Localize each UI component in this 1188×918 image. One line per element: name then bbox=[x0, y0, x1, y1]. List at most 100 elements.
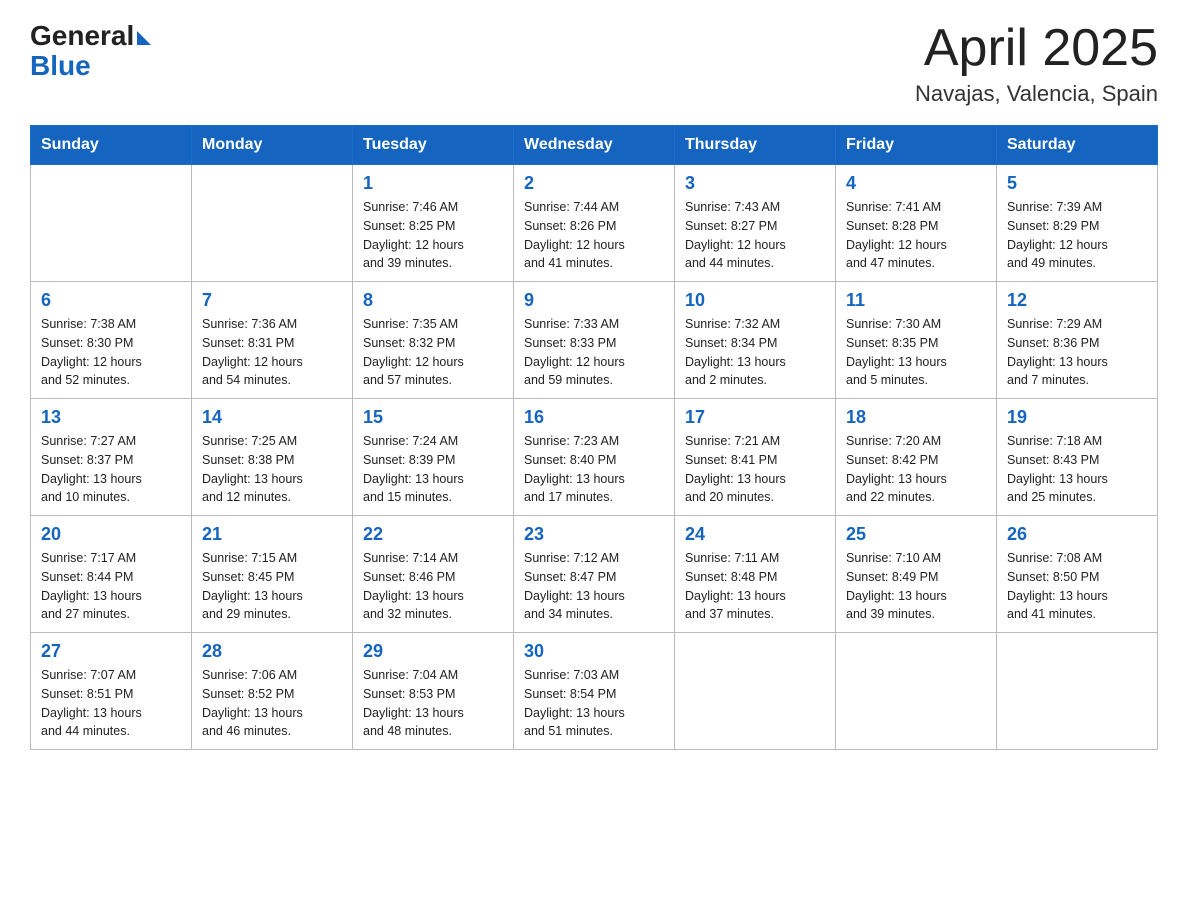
day-number: 18 bbox=[846, 407, 986, 428]
day-number: 14 bbox=[202, 407, 342, 428]
day-info: Sunrise: 7:14 AM Sunset: 8:46 PM Dayligh… bbox=[363, 549, 503, 624]
day-number: 29 bbox=[363, 641, 503, 662]
day-info: Sunrise: 7:39 AM Sunset: 8:29 PM Dayligh… bbox=[1007, 198, 1147, 273]
calendar-week-5: 27 Sunrise: 7:07 AM Sunset: 8:51 PM Dayli… bbox=[31, 633, 1158, 750]
day-info: Sunrise: 7:44 AM Sunset: 8:26 PM Dayligh… bbox=[524, 198, 664, 273]
calendar-cell: 28 Sunrise: 7:06 AM Sunset: 8:52 PM Dayli… bbox=[192, 633, 353, 750]
day-number: 13 bbox=[41, 407, 181, 428]
calendar-week-1: 1 Sunrise: 7:46 AM Sunset: 8:25 PM Daylig… bbox=[31, 165, 1158, 282]
calendar-cell bbox=[192, 165, 353, 282]
logo: General Blue bbox=[30, 20, 151, 82]
day-number: 12 bbox=[1007, 290, 1147, 311]
day-info: Sunrise: 7:15 AM Sunset: 8:45 PM Dayligh… bbox=[202, 549, 342, 624]
day-number: 30 bbox=[524, 641, 664, 662]
day-info: Sunrise: 7:08 AM Sunset: 8:50 PM Dayligh… bbox=[1007, 549, 1147, 624]
day-info: Sunrise: 7:25 AM Sunset: 8:38 PM Dayligh… bbox=[202, 432, 342, 507]
calendar-cell: 18Sunrise: 7:20 AM Sunset: 8:42 PM Dayli… bbox=[836, 399, 997, 516]
day-number: 21 bbox=[202, 524, 342, 545]
calendar-subtitle: Navajas, Valencia, Spain bbox=[915, 81, 1158, 107]
day-info: Sunrise: 7:41 AM Sunset: 8:28 PM Dayligh… bbox=[846, 198, 986, 273]
logo-general: General bbox=[30, 20, 134, 52]
logo-text: General bbox=[30, 20, 151, 52]
day-info: Sunrise: 7:04 AM Sunset: 8:53 PM Dayligh… bbox=[363, 666, 503, 741]
calendar-cell: 8 Sunrise: 7:35 AM Sunset: 8:32 PM Daylig… bbox=[353, 282, 514, 399]
day-info: Sunrise: 7:30 AM Sunset: 8:35 PM Dayligh… bbox=[846, 315, 986, 390]
calendar-cell: 4 Sunrise: 7:41 AM Sunset: 8:28 PM Daylig… bbox=[836, 165, 997, 282]
calendar-week-2: 6 Sunrise: 7:38 AM Sunset: 8:30 PM Daylig… bbox=[31, 282, 1158, 399]
calendar-cell: 30Sunrise: 7:03 AM Sunset: 8:54 PM Dayli… bbox=[514, 633, 675, 750]
day-info: Sunrise: 7:21 AM Sunset: 8:41 PM Dayligh… bbox=[685, 432, 825, 507]
calendar-week-4: 20Sunrise: 7:17 AM Sunset: 8:44 PM Dayli… bbox=[31, 516, 1158, 633]
logo-arrow-icon bbox=[137, 31, 151, 45]
day-info: Sunrise: 7:33 AM Sunset: 8:33 PM Dayligh… bbox=[524, 315, 664, 390]
weekday-header-friday: Friday bbox=[836, 126, 997, 165]
calendar-cell bbox=[675, 633, 836, 750]
calendar-cell: 25 Sunrise: 7:10 AM Sunset: 8:49 PM Dayli… bbox=[836, 516, 997, 633]
calendar-cell: 3 Sunrise: 7:43 AM Sunset: 8:27 PM Daylig… bbox=[675, 165, 836, 282]
day-number: 5 bbox=[1007, 173, 1147, 194]
weekday-header-tuesday: Tuesday bbox=[353, 126, 514, 165]
calendar-cell: 10 Sunrise: 7:32 AM Sunset: 8:34 PM Dayli… bbox=[675, 282, 836, 399]
calendar-cell: 27 Sunrise: 7:07 AM Sunset: 8:51 PM Dayli… bbox=[31, 633, 192, 750]
day-number: 9 bbox=[524, 290, 664, 311]
calendar-cell: 19 Sunrise: 7:18 AM Sunset: 8:43 PM Dayli… bbox=[997, 399, 1158, 516]
day-info: Sunrise: 7:46 AM Sunset: 8:25 PM Dayligh… bbox=[363, 198, 503, 273]
day-info: Sunrise: 7:06 AM Sunset: 8:52 PM Dayligh… bbox=[202, 666, 342, 741]
day-info: Sunrise: 7:24 AM Sunset: 8:39 PM Dayligh… bbox=[363, 432, 503, 507]
calendar-cell: 29 Sunrise: 7:04 AM Sunset: 8:53 PM Dayli… bbox=[353, 633, 514, 750]
calendar-table: SundayMondayTuesdayWednesdayThursdayFrid… bbox=[30, 125, 1158, 750]
day-info: Sunrise: 7:32 AM Sunset: 8:34 PM Dayligh… bbox=[685, 315, 825, 390]
weekday-header-wednesday: Wednesday bbox=[514, 126, 675, 165]
day-info: Sunrise: 7:12 AM Sunset: 8:47 PM Dayligh… bbox=[524, 549, 664, 624]
day-info: Sunrise: 7:36 AM Sunset: 8:31 PM Dayligh… bbox=[202, 315, 342, 390]
calendar-cell bbox=[836, 633, 997, 750]
calendar-cell: 15 Sunrise: 7:24 AM Sunset: 8:39 PM Dayli… bbox=[353, 399, 514, 516]
day-info: Sunrise: 7:27 AM Sunset: 8:37 PM Dayligh… bbox=[41, 432, 181, 507]
day-number: 11 bbox=[846, 290, 986, 311]
calendar-cell bbox=[997, 633, 1158, 750]
day-info: Sunrise: 7:07 AM Sunset: 8:51 PM Dayligh… bbox=[41, 666, 181, 741]
day-number: 7 bbox=[202, 290, 342, 311]
calendar-cell: 11 Sunrise: 7:30 AM Sunset: 8:35 PM Dayli… bbox=[836, 282, 997, 399]
logo-blue: Blue bbox=[30, 50, 91, 82]
day-info: Sunrise: 7:38 AM Sunset: 8:30 PM Dayligh… bbox=[41, 315, 181, 390]
day-number: 6 bbox=[41, 290, 181, 311]
day-number: 3 bbox=[685, 173, 825, 194]
day-number: 17 bbox=[685, 407, 825, 428]
calendar-cell: 24Sunrise: 7:11 AM Sunset: 8:48 PM Dayli… bbox=[675, 516, 836, 633]
calendar-cell: 2Sunrise: 7:44 AM Sunset: 8:26 PM Daylig… bbox=[514, 165, 675, 282]
calendar-week-3: 13 Sunrise: 7:27 AM Sunset: 8:37 PM Dayli… bbox=[31, 399, 1158, 516]
day-number: 16 bbox=[524, 407, 664, 428]
day-info: Sunrise: 7:35 AM Sunset: 8:32 PM Dayligh… bbox=[363, 315, 503, 390]
day-number: 28 bbox=[202, 641, 342, 662]
calendar-cell: 21 Sunrise: 7:15 AM Sunset: 8:45 PM Dayli… bbox=[192, 516, 353, 633]
calendar-cell: 6 Sunrise: 7:38 AM Sunset: 8:30 PM Daylig… bbox=[31, 282, 192, 399]
calendar-cell: 7 Sunrise: 7:36 AM Sunset: 8:31 PM Daylig… bbox=[192, 282, 353, 399]
weekday-header-saturday: Saturday bbox=[997, 126, 1158, 165]
weekday-header-sunday: Sunday bbox=[31, 126, 192, 165]
day-number: 4 bbox=[846, 173, 986, 194]
calendar-cell: 20Sunrise: 7:17 AM Sunset: 8:44 PM Dayli… bbox=[31, 516, 192, 633]
day-number: 26 bbox=[1007, 524, 1147, 545]
weekday-header-row: SundayMondayTuesdayWednesdayThursdayFrid… bbox=[31, 126, 1158, 165]
calendar-cell bbox=[31, 165, 192, 282]
day-number: 10 bbox=[685, 290, 825, 311]
day-number: 15 bbox=[363, 407, 503, 428]
day-number: 19 bbox=[1007, 407, 1147, 428]
day-number: 20 bbox=[41, 524, 181, 545]
day-number: 1 bbox=[363, 173, 503, 194]
calendar-cell: 9 Sunrise: 7:33 AM Sunset: 8:33 PM Daylig… bbox=[514, 282, 675, 399]
day-number: 25 bbox=[846, 524, 986, 545]
page-header: General Blue April 2025 Navajas, Valenci… bbox=[30, 20, 1158, 107]
day-info: Sunrise: 7:43 AM Sunset: 8:27 PM Dayligh… bbox=[685, 198, 825, 273]
day-info: Sunrise: 7:29 AM Sunset: 8:36 PM Dayligh… bbox=[1007, 315, 1147, 390]
calendar-cell: 22Sunrise: 7:14 AM Sunset: 8:46 PM Dayli… bbox=[353, 516, 514, 633]
day-number: 8 bbox=[363, 290, 503, 311]
day-info: Sunrise: 7:18 AM Sunset: 8:43 PM Dayligh… bbox=[1007, 432, 1147, 507]
day-info: Sunrise: 7:10 AM Sunset: 8:49 PM Dayligh… bbox=[846, 549, 986, 624]
calendar-cell: 14 Sunrise: 7:25 AM Sunset: 8:38 PM Dayli… bbox=[192, 399, 353, 516]
calendar-cell: 26 Sunrise: 7:08 AM Sunset: 8:50 PM Dayli… bbox=[997, 516, 1158, 633]
day-info: Sunrise: 7:11 AM Sunset: 8:48 PM Dayligh… bbox=[685, 549, 825, 624]
calendar-cell: 17 Sunrise: 7:21 AM Sunset: 8:41 PM Dayli… bbox=[675, 399, 836, 516]
day-number: 27 bbox=[41, 641, 181, 662]
